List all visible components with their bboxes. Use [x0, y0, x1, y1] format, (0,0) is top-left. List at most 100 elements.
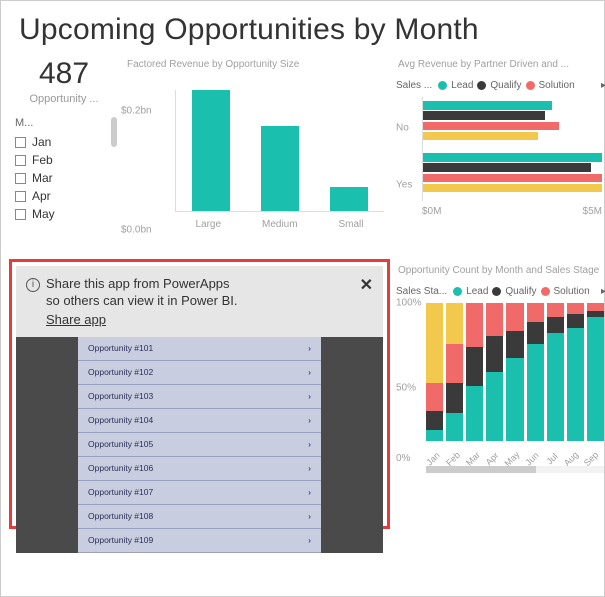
share-app-link[interactable]: Share app	[46, 312, 106, 329]
legend-item: Solution	[539, 80, 575, 91]
list-item-label: Opportunity #108	[88, 511, 153, 521]
slicer-label: Feb	[32, 153, 53, 167]
column-bar[interactable]	[192, 90, 230, 211]
close-icon[interactable]: ✕	[360, 276, 373, 297]
list-item[interactable]: Opportunity #109 ›	[78, 529, 321, 553]
legend-swatch-icon	[477, 81, 486, 90]
stacked-column[interactable]	[486, 303, 503, 441]
slicer-item[interactable]: May	[9, 205, 119, 223]
list-item[interactable]: Opportunity #105›	[78, 433, 321, 457]
hbar-segment[interactable]	[423, 132, 538, 140]
checkbox-icon[interactable]	[15, 209, 26, 220]
column-bar[interactable]	[330, 187, 368, 211]
opportunity-list[interactable]: Opportunity #101›Opportunity #102›Opport…	[78, 337, 321, 553]
hbar-segment[interactable]	[423, 184, 602, 192]
kpi-value: 487	[9, 57, 119, 91]
stacked-column[interactable]	[466, 303, 483, 441]
list-item[interactable]: Opportunity #108 ›	[78, 505, 321, 529]
powerapps-gutter-right	[321, 337, 383, 553]
chevron-right-icon[interactable]: ▸	[601, 80, 605, 91]
chart-scrollbar[interactable]	[426, 466, 604, 473]
y-tick: $0.0bn	[121, 225, 152, 236]
stack-segment	[527, 344, 544, 441]
stack-segment	[567, 303, 584, 314]
stack-segment	[466, 347, 483, 386]
checkbox-icon[interactable]	[15, 155, 26, 166]
powerapps-gutter-left	[16, 337, 78, 553]
scrollbar-thumb[interactable]	[426, 466, 536, 473]
stack-segment	[486, 336, 503, 372]
chevron-right-icon[interactable]: ▸	[601, 286, 605, 297]
legend-item: Qualify	[505, 286, 536, 297]
checkbox-icon[interactable]	[15, 137, 26, 148]
chart-title: Factored Revenue by Opportunity Size	[127, 59, 390, 70]
slicer-label: Apr	[32, 189, 51, 203]
chart-title: Avg Revenue by Partner Driven and ...	[398, 59, 605, 70]
stack-segment	[547, 317, 564, 334]
factored-revenue-chart[interactable]: Factored Revenue by Opportunity Size $0.…	[125, 53, 390, 253]
list-item-label: Opportunity #109	[88, 535, 153, 545]
slicer-label: May	[32, 207, 55, 221]
hbar-segment[interactable]	[423, 163, 591, 171]
list-item[interactable]: Opportunity #102›	[78, 361, 321, 385]
y-tick: 100%	[396, 298, 422, 309]
list-item-label: Opportunity #106	[88, 463, 153, 473]
stacked-column[interactable]	[567, 303, 584, 441]
stack-segment	[567, 328, 584, 441]
list-item[interactable]: Opportunity #101›	[78, 337, 321, 361]
slicer-item[interactable]: Apr	[9, 187, 119, 205]
list-item[interactable]: Opportunity #104›	[78, 409, 321, 433]
slicer-item[interactable]: Jan	[9, 133, 119, 151]
x-tick: Small	[339, 219, 364, 230]
legend-swatch-icon	[541, 287, 550, 296]
slicer-label: Jan	[32, 135, 51, 149]
stack-segment	[426, 430, 443, 441]
banner-text: so others can view it in Power BI.	[46, 293, 237, 308]
list-item[interactable]: Opportunity #103›	[78, 385, 321, 409]
avg-revenue-chart[interactable]: Avg Revenue by Partner Driven and ... Sa…	[396, 53, 605, 253]
stack-segment	[486, 372, 503, 441]
stacked-column[interactable]	[547, 303, 564, 441]
list-item-label: Opportunity #107	[88, 487, 153, 497]
chevron-right-icon: ›	[308, 463, 311, 473]
hbar-segment[interactable]	[423, 101, 552, 109]
slicer-scrollbar[interactable]	[111, 117, 117, 147]
list-item[interactable]: Opportunity #107 ›	[78, 481, 321, 505]
column-bar[interactable]	[261, 126, 299, 211]
list-item[interactable]: Opportunity #106 ›	[78, 457, 321, 481]
y-tick: 0%	[396, 453, 410, 464]
share-app-banner: i Share this app from PowerApps so other…	[16, 266, 383, 337]
hbar-category: Yes	[396, 179, 412, 190]
legend-prefix: Sales ...	[396, 80, 432, 91]
powerapps-tile: i Share this app from PowerApps so other…	[9, 259, 390, 529]
hbar-segment[interactable]	[423, 174, 602, 182]
stack-segment	[446, 303, 463, 344]
x-tick: Medium	[262, 219, 298, 230]
list-item-label: Opportunity #103	[88, 391, 153, 401]
chevron-right-icon: ›	[308, 535, 311, 545]
checkbox-icon[interactable]	[15, 191, 26, 202]
slicer-item[interactable]: Feb	[9, 151, 119, 169]
chevron-right-icon: ›	[308, 343, 311, 353]
chevron-right-icon: ›	[308, 511, 311, 521]
stacked-column[interactable]	[426, 303, 443, 441]
hbar-segment[interactable]	[423, 111, 545, 119]
kpi-and-slicer-card: 487 Opportunity ... M... Jan Feb Mar Apr…	[9, 53, 119, 253]
hbar-segment[interactable]	[423, 122, 559, 130]
stacked-column[interactable]	[506, 303, 523, 441]
hbar-segment[interactable]	[423, 153, 602, 161]
stack-segment	[567, 314, 584, 328]
checkbox-icon[interactable]	[15, 173, 26, 184]
stack-segment	[547, 333, 564, 441]
opportunity-count-chart[interactable]: Opportunity Count by Month and Sales Sta…	[396, 259, 605, 529]
slicer-item[interactable]: Mar	[9, 169, 119, 187]
chevron-right-icon: ›	[308, 415, 311, 425]
y-tick: $0.2bn	[121, 106, 152, 117]
stack-segment	[587, 303, 604, 311]
stacked-column[interactable]	[587, 303, 604, 441]
stack-segment	[426, 303, 443, 383]
kpi-label: Opportunity ...	[9, 93, 119, 105]
stacked-column[interactable]	[446, 303, 463, 441]
stacked-column[interactable]	[527, 303, 544, 441]
chevron-right-icon: ›	[308, 487, 311, 497]
